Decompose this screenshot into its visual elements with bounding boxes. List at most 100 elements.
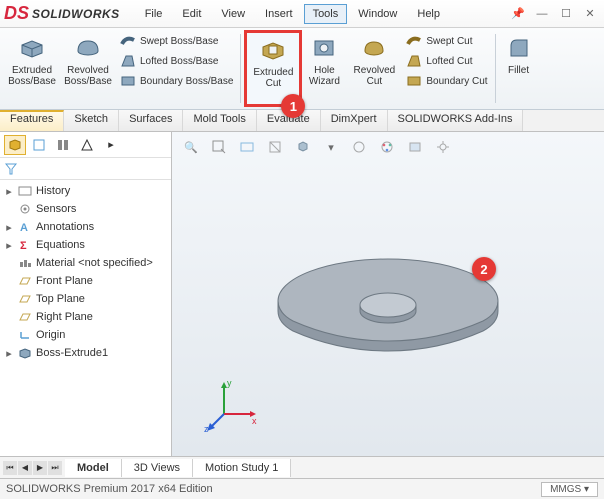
revolved-cut-label: RevolvedCut — [354, 65, 396, 87]
svg-text:Σ: Σ — [20, 240, 27, 251]
ribbon-divider-2 — [495, 34, 496, 103]
config-manager-icon[interactable] — [52, 135, 74, 155]
model-area[interactable]: 2 y x z — [172, 162, 604, 456]
tree-item-top-plane[interactable]: Top Plane — [0, 290, 171, 308]
dimxpert-manager-icon[interactable] — [76, 135, 98, 155]
view-orient-icon[interactable] — [292, 136, 314, 158]
tab-dimxpert[interactable]: DimXpert — [321, 110, 388, 131]
lofted-boss-button[interactable]: Lofted Boss/Base — [118, 52, 235, 70]
equations-icon: Σ — [17, 238, 33, 252]
section-view-icon[interactable] — [264, 136, 286, 158]
lofted-cut-icon — [406, 53, 422, 69]
revolved-boss-label: RevolvedBoss/Base — [64, 65, 112, 87]
tree-item-sensors[interactable]: Sensors — [0, 200, 171, 218]
status-text: SOLIDWORKS Premium 2017 x64 Edition — [6, 483, 213, 495]
callout-badge-2: 2 — [472, 257, 496, 281]
ribbon: ExtrudedBoss/Base RevolvedBoss/Base Swep… — [0, 28, 604, 110]
window-controls: 📌 — ☐ ✕ — [508, 6, 600, 22]
annotations-icon: A — [17, 220, 33, 234]
swept-boss-icon — [120, 33, 136, 49]
menu-view[interactable]: View — [212, 4, 254, 24]
triad-y-label: y — [227, 378, 232, 388]
hide-show-icon[interactable] — [348, 136, 370, 158]
tree-item-front-plane[interactable]: Front Plane — [0, 272, 171, 290]
menu-file[interactable]: File — [136, 4, 172, 24]
plane-icon — [17, 274, 33, 288]
units-selector[interactable]: MMGS ▾ — [541, 482, 598, 497]
swept-boss-button[interactable]: Swept Boss/Base — [118, 32, 235, 50]
tree-item-origin[interactable]: Origin — [0, 326, 171, 344]
tab-features[interactable]: Features — [0, 110, 64, 131]
tab-last-button[interactable]: ⏭ — [48, 461, 62, 475]
boss-small-group: Swept Boss/Base Lofted Boss/Base Boundar… — [116, 30, 237, 107]
fillet-button[interactable]: Fillet — [499, 30, 539, 107]
viewport-toolbar: 🔍 ▾ — [172, 132, 604, 162]
maximize-button[interactable]: ☐ — [556, 6, 576, 22]
bottom-tab-3d-views[interactable]: 3D Views — [122, 459, 193, 477]
tab-prev-button[interactable]: ◀ — [18, 461, 32, 475]
plane-icon — [17, 292, 33, 306]
tab-mold-tools[interactable]: Mold Tools — [183, 110, 256, 131]
zoom-area-icon[interactable] — [208, 136, 230, 158]
hole-wizard-button[interactable]: HoleWizard — [302, 30, 346, 107]
tree-mode-toolbar: ▸ — [0, 132, 171, 158]
swept-cut-button[interactable]: Swept Cut — [404, 32, 489, 50]
zoom-fit-icon[interactable]: 🔍 — [180, 136, 202, 158]
view-settings-icon[interactable] — [432, 136, 454, 158]
tab-first-button[interactable]: ⏮ — [3, 461, 17, 475]
swept-boss-label: Swept Boss/Base — [140, 36, 218, 47]
property-manager-icon[interactable] — [28, 135, 50, 155]
tab-sketch[interactable]: Sketch — [64, 110, 119, 131]
boundary-boss-button[interactable]: Boundary Boss/Base — [118, 72, 235, 90]
feature-manager-icon[interactable] — [4, 135, 26, 155]
extruded-cut-button[interactable]: ExtrudedCut 1 — [244, 30, 302, 107]
prev-view-icon[interactable] — [236, 136, 258, 158]
titlebar: DS SOLIDWORKS FileEditViewInsertToolsWin… — [0, 0, 604, 28]
filter-icon[interactable] — [4, 162, 18, 176]
display-style-icon[interactable]: ▾ — [320, 136, 342, 158]
lofted-cut-button[interactable]: Lofted Cut — [404, 52, 489, 70]
tab-next-button[interactable]: ▶ — [33, 461, 47, 475]
disc-model[interactable]: 2 — [258, 233, 518, 373]
bottom-tab-model[interactable]: Model — [65, 459, 122, 477]
tree-filter-row — [0, 158, 171, 180]
tree-item-boss-extrude1[interactable]: ▸Boss-Extrude1 — [0, 344, 171, 362]
close-button[interactable]: ✕ — [580, 6, 600, 22]
scene-icon[interactable] — [404, 136, 426, 158]
tree-item-equations[interactable]: ▸ΣEquations — [0, 236, 171, 254]
graphics-viewport[interactable]: 🔍 ▾ 2 — [172, 132, 604, 456]
fillet-label: Fillet — [508, 65, 529, 76]
fillet-icon — [504, 33, 534, 63]
boundary-cut-button[interactable]: Boundary Cut — [404, 72, 489, 90]
material-icon — [17, 256, 33, 270]
workspace: ▸ ▸History Sensors ▸AAnnotations ▸ΣEquat… — [0, 132, 604, 456]
bottom-tabs: ⏮ ◀ ▶ ⏭ Model3D ViewsMotion Study 1 — [0, 456, 604, 478]
tree-expand-icon[interactable]: ▸ — [100, 135, 122, 155]
tree-item-history[interactable]: ▸History — [0, 182, 171, 200]
menu-window[interactable]: Window — [349, 4, 406, 24]
tree-item-right-plane[interactable]: Right Plane — [0, 308, 171, 326]
pin-icon[interactable]: 📌 — [508, 6, 528, 22]
extruded-cut-icon — [258, 35, 288, 65]
extruded-boss-button[interactable]: ExtrudedBoss/Base — [4, 30, 60, 107]
menu-insert[interactable]: Insert — [256, 4, 302, 24]
tab-solidworks-add-ins[interactable]: SOLIDWORKS Add-Ins — [388, 110, 524, 131]
extruded-boss-icon — [17, 33, 47, 63]
view-triad[interactable]: y x z — [202, 376, 262, 436]
menu-edit[interactable]: Edit — [173, 4, 210, 24]
minimize-button[interactable]: — — [532, 6, 552, 22]
bottom-tab-motion-study-1[interactable]: Motion Study 1 — [193, 459, 291, 477]
plane-icon — [17, 310, 33, 324]
tab-surfaces[interactable]: Surfaces — [119, 110, 183, 131]
tree-item-material[interactable]: Material <not specified> — [0, 254, 171, 272]
ribbon-divider — [240, 34, 241, 103]
revolved-boss-button[interactable]: RevolvedBoss/Base — [60, 30, 116, 107]
menu-help[interactable]: Help — [408, 4, 449, 24]
revolved-boss-icon — [73, 33, 103, 63]
feature-tree-panel: ▸ ▸History Sensors ▸AAnnotations ▸ΣEquat… — [0, 132, 172, 456]
appearance-icon[interactable] — [376, 136, 398, 158]
menu-tools[interactable]: Tools — [304, 4, 348, 24]
revolved-cut-button[interactable]: RevolvedCut — [346, 30, 402, 107]
lofted-boss-icon — [120, 53, 136, 69]
tree-item-annotations[interactable]: ▸AAnnotations — [0, 218, 171, 236]
